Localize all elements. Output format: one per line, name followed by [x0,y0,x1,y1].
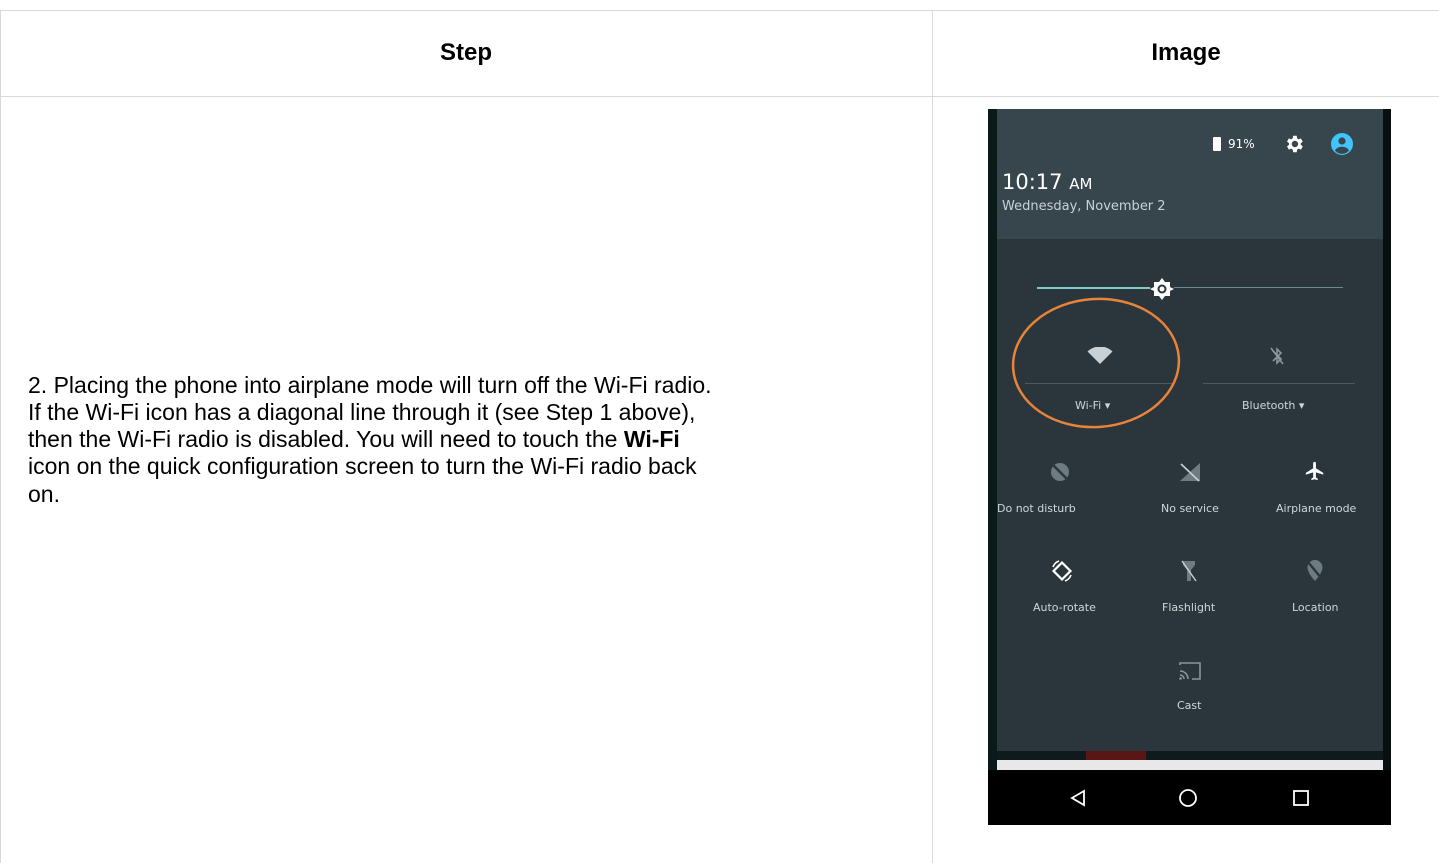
step-text-bold: Wi-Fi [623,426,680,453]
brightness-track-filled [1037,287,1162,289]
airplane-mode-label: Airplane mode [1276,502,1357,515]
navigation-bar [988,770,1391,825]
table-left-border [0,10,1,863]
back-icon[interactable] [1069,789,1087,807]
brightness-track [1162,287,1343,288]
bluetooth-label-text: Bluetooth [1242,399,1296,412]
do-not-disturb-icon[interactable] [1049,461,1071,483]
no-service-label: No service [1161,502,1219,515]
highlight-circle [1011,297,1181,429]
column-divider [932,10,933,863]
battery-icon [1213,137,1221,151]
phone-screenshot: 91% 10:17 AM Wednesday, November 2 Wi-Fi… [988,109,1391,825]
flashlight-off-icon[interactable] [1180,559,1198,583]
header-step: Step [439,39,492,66]
header-divider [0,96,1439,97]
bluetooth-divider [1203,383,1355,384]
flashlight-label: Flashlight [1162,601,1216,614]
step-text-part2: icon on the quick configuration screen t… [28,453,697,507]
step-text-part1: 2. Placing the phone into airplane mode … [28,372,712,453]
shade-handle[interactable] [997,760,1383,770]
clock-ampm: AM [1069,175,1093,193]
chevron-down-icon: ▾ [1298,399,1305,412]
auto-rotate-icon[interactable] [1049,558,1075,584]
recents-icon[interactable] [1292,789,1310,807]
header-image: Image [1151,39,1221,66]
settings-icon[interactable] [1283,133,1305,155]
step-description: 2. Placing the phone into airplane mode … [28,372,718,508]
cast-label: Cast [1177,699,1202,712]
date-label: Wednesday, November 2 [1002,199,1166,214]
cast-icon[interactable] [1178,661,1202,681]
wallpaper-edge-right [1383,109,1391,825]
clock-time: 10:17 [1002,170,1063,194]
clock: 10:17 AM [1002,170,1092,194]
airplane-icon[interactable] [1304,460,1326,482]
wallpaper-accent [1086,751,1146,760]
location-off-icon[interactable] [1305,559,1325,583]
wallpaper-edge-left [988,109,997,825]
dnd-label: Do not disturb [997,502,1076,515]
bluetooth-off-icon[interactable] [1269,345,1285,367]
no-service-icon[interactable] [1178,461,1202,483]
location-label: Location [1292,601,1339,614]
home-icon[interactable] [1178,788,1198,808]
account-icon[interactable] [1330,132,1354,156]
auto-rotate-label: Auto-rotate [1033,601,1096,614]
battery-percent: 91% [1228,137,1255,151]
bluetooth-label[interactable]: Bluetooth ▾ [1242,399,1304,412]
